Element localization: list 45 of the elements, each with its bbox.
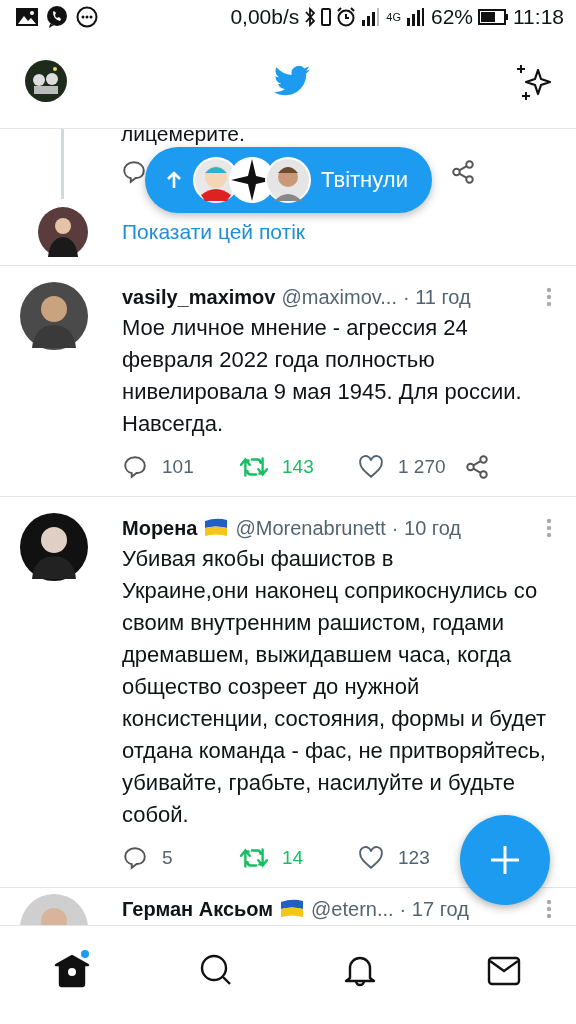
reply-icon bbox=[122, 845, 148, 871]
like-button[interactable]: 1 270 bbox=[358, 454, 446, 480]
author-handle: @Morenabrunett bbox=[235, 516, 386, 540]
more-icon bbox=[76, 6, 98, 28]
tweet-text: Убивая якобы фашистов в Украине,они наконец соприкоснулись со своим внутренним рашистом, годами дремавшем, выжидавшем часа, когда общество созреет до нужной консистенции, состояния, формы и будет отдана команда - фас, не притворяйтесь, убивайте, грабьте, насилуйте и будьте собой. bbox=[122, 545, 548, 829]
show-thread-link[interactable]: Показати цей потік bbox=[122, 220, 305, 244]
image-icon bbox=[16, 8, 38, 26]
retweet-icon bbox=[240, 454, 268, 480]
arrow-up-icon bbox=[165, 170, 183, 190]
bird-logo bbox=[273, 66, 310, 96]
bluetooth-icon bbox=[304, 7, 317, 27]
alarm-icon bbox=[336, 7, 357, 27]
heart-icon bbox=[358, 845, 384, 871]
phone-bubble-icon bbox=[46, 6, 68, 28]
author-name: Герман Аксьом bbox=[122, 897, 274, 921]
reply-icon bbox=[122, 454, 148, 480]
network-type: 4G bbox=[386, 11, 401, 23]
plus-icon bbox=[489, 844, 521, 876]
heart-icon bbox=[358, 454, 384, 480]
like-button[interactable]: 123 bbox=[358, 845, 430, 871]
reply-button[interactable]: 101 bbox=[122, 454, 240, 480]
reply-button[interactable]: 5 bbox=[122, 845, 240, 871]
battery-icon bbox=[478, 9, 508, 25]
network-speed: 0,00b/s bbox=[230, 5, 300, 29]
tweet-text: лицемерите. bbox=[121, 129, 246, 147]
clock: 11:18 bbox=[513, 5, 564, 29]
battery-percent: 62% bbox=[430, 5, 473, 29]
author-name: Морена bbox=[122, 516, 198, 540]
signal-icon bbox=[361, 8, 382, 26]
author-handle: @etern... bbox=[311, 897, 394, 921]
sparkle-icon[interactable] bbox=[516, 62, 554, 100]
share-icon[interactable] bbox=[463, 454, 490, 480]
author-name: vasily_maximov bbox=[122, 285, 276, 309]
reply-icon[interactable] bbox=[121, 159, 147, 185]
share-icon[interactable] bbox=[450, 159, 476, 185]
tweet-text: Мое личное мнение - агрессия 24 февраля 2022 года полностью нивелировала 9 мая 1945. Для россии. Навсегда. bbox=[122, 314, 523, 438]
home-icon[interactable] bbox=[52, 950, 92, 990]
vibrate-icon bbox=[321, 8, 332, 26]
tweet-time: · 17 год bbox=[399, 897, 469, 921]
tweet-time: · 10 год bbox=[391, 516, 462, 540]
tweet-time: · 11 год bbox=[402, 285, 471, 309]
author-handle: @maximov... bbox=[281, 285, 397, 309]
signal-icon bbox=[405, 8, 426, 26]
retweet-icon bbox=[240, 845, 268, 871]
compose-button[interactable] bbox=[460, 815, 550, 905]
